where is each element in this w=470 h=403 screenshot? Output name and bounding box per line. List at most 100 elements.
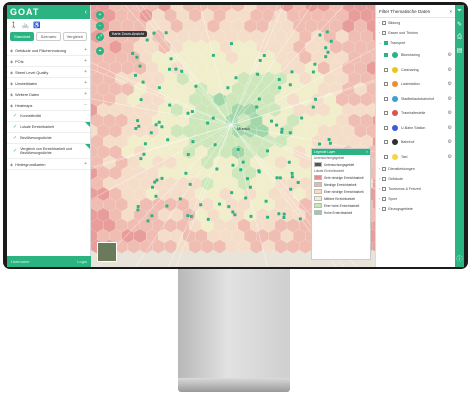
bikesharing-marker[interactable] bbox=[318, 142, 321, 146]
tab-szenario[interactable]: Szenario bbox=[36, 32, 61, 41]
bikesharing-marker[interactable] bbox=[154, 194, 158, 198]
bikesharing-marker[interactable] bbox=[282, 212, 286, 216]
bikesharing-marker[interactable] bbox=[154, 123, 158, 127]
bikesharing-marker[interactable] bbox=[186, 153, 190, 156]
bikesharing-marker[interactable] bbox=[190, 110, 194, 113]
bikesharing-marker[interactable] bbox=[290, 175, 294, 179]
bikesharing-marker[interactable] bbox=[211, 53, 215, 57]
basemap-switcher[interactable] bbox=[97, 242, 117, 262]
bikesharing-marker[interactable] bbox=[275, 123, 279, 127]
bikesharing-marker[interactable] bbox=[135, 55, 139, 59]
bikesharing-marker[interactable] bbox=[255, 105, 259, 109]
bikesharing-marker[interactable] bbox=[296, 181, 300, 184]
bikesharing-marker[interactable] bbox=[236, 148, 240, 151]
close-icon[interactable]: × bbox=[449, 9, 452, 14]
bikesharing-marker[interactable] bbox=[178, 197, 182, 201]
bikesharing-marker[interactable] bbox=[168, 103, 172, 107]
document-icon[interactable]: ▤ bbox=[457, 47, 463, 54]
bikesharing-marker[interactable] bbox=[169, 57, 173, 61]
bikesharing-marker[interactable] bbox=[298, 217, 302, 221]
bikesharing-marker[interactable] bbox=[244, 196, 248, 200]
bikesharing-marker[interactable] bbox=[326, 50, 330, 54]
gear-icon[interactable]: ⚙ bbox=[448, 96, 452, 102]
bikesharing-marker[interactable] bbox=[328, 141, 332, 145]
bikesharing-marker[interactable] bbox=[233, 213, 237, 217]
bikesharing-marker[interactable] bbox=[164, 31, 168, 35]
bikesharing-marker[interactable] bbox=[329, 39, 333, 43]
bikesharing-marker[interactable] bbox=[150, 214, 154, 218]
poi-checkbox[interactable] bbox=[384, 125, 388, 130]
bikesharing-marker[interactable] bbox=[138, 64, 142, 68]
bikesharing-marker[interactable] bbox=[311, 70, 315, 74]
gear-icon[interactable]: ⚙ bbox=[448, 154, 452, 160]
category-transport[interactable]: ⌄ Transport bbox=[376, 38, 455, 48]
map-canvas[interactable]: + − ⤢ ⌖ Karte Zoom-Ansicht Munich Legend… bbox=[91, 5, 375, 267]
category-einzugsgebiete[interactable]: › Einzugsgebiete bbox=[376, 204, 455, 214]
bikesharing-marker[interactable] bbox=[239, 168, 243, 172]
bikesharing-marker[interactable] bbox=[262, 54, 266, 57]
bikesharing-marker[interactable] bbox=[324, 55, 328, 59]
bikesharing-marker[interactable] bbox=[137, 124, 141, 128]
bikesharing-marker[interactable] bbox=[211, 116, 215, 120]
heatmap-item-comparison[interactable]: ✓ Vergleich von Erreichbarkeit und Bevölk… bbox=[7, 144, 90, 159]
bikesharing-marker[interactable] bbox=[141, 80, 145, 84]
expand-icon[interactable]: + bbox=[84, 91, 87, 97]
bikesharing-marker[interactable] bbox=[227, 205, 231, 209]
bikesharing-marker[interactable] bbox=[241, 160, 245, 164]
category-bildung[interactable]: › Bildung bbox=[376, 18, 455, 28]
bikesharing-marker[interactable] bbox=[134, 73, 137, 77]
poi-checkbox[interactable] bbox=[384, 67, 388, 72]
bikesharing-marker[interactable] bbox=[131, 51, 135, 55]
layer-group-heatmaps[interactable]: ◈ Heatmaps − bbox=[7, 100, 90, 111]
bikesharing-marker[interactable] bbox=[136, 205, 140, 208]
bikesharing-marker[interactable] bbox=[230, 42, 233, 46]
bikesharing-marker[interactable] bbox=[300, 116, 304, 120]
bikesharing-marker[interactable] bbox=[258, 59, 262, 62]
gear-icon[interactable]: ⚙ bbox=[448, 81, 452, 87]
bikesharing-marker[interactable] bbox=[257, 170, 261, 174]
bikesharing-marker[interactable] bbox=[288, 83, 292, 87]
poi-item[interactable]: Bikesharing ⚙ bbox=[376, 48, 455, 63]
bikesharing-marker[interactable] bbox=[213, 143, 217, 147]
layer-group-environment[interactable]: ◈ Umweltdaten + bbox=[7, 78, 90, 89]
bikesharing-marker[interactable] bbox=[186, 111, 190, 115]
bikesharing-marker[interactable] bbox=[266, 149, 269, 153]
bikesharing-marker[interactable] bbox=[139, 157, 143, 161]
bikesharing-marker[interactable] bbox=[257, 97, 261, 101]
bikesharing-marker[interactable] bbox=[146, 219, 150, 223]
bikesharing-marker[interactable] bbox=[246, 177, 249, 181]
bikesharing-marker[interactable] bbox=[277, 212, 281, 216]
bikesharing-marker[interactable] bbox=[230, 191, 234, 195]
bikesharing-marker[interactable] bbox=[160, 176, 164, 180]
category-tourismus[interactable]: › Tourismus & Freizeit bbox=[376, 184, 455, 194]
poi-checkbox[interactable] bbox=[384, 96, 388, 101]
category-checkbox[interactable] bbox=[382, 31, 387, 35]
poi-checkbox[interactable] bbox=[384, 53, 388, 58]
layer-group-other[interactable]: ◈ Weitere Daten + bbox=[7, 89, 90, 100]
bikesharing-marker[interactable] bbox=[136, 119, 140, 123]
expand-icon[interactable]: + bbox=[84, 161, 87, 167]
bikesharing-marker[interactable] bbox=[218, 202, 221, 206]
heatmap-item-local-accessibility[interactable]: ✓ Lokale Erreichbarkeit bbox=[7, 122, 90, 133]
poi-checkbox[interactable] bbox=[384, 154, 388, 159]
poi-item[interactable]: Bahnhof ⚙ bbox=[376, 135, 455, 150]
bikesharing-marker[interactable] bbox=[234, 76, 238, 80]
category-sport[interactable]: › Sport bbox=[376, 194, 455, 204]
bikesharing-marker[interactable] bbox=[168, 67, 171, 71]
bikesharing-marker[interactable] bbox=[314, 97, 317, 101]
bikesharing-marker[interactable] bbox=[143, 142, 147, 146]
bikesharing-marker[interactable] bbox=[288, 131, 292, 135]
tab-vergleich[interactable]: Vergleich bbox=[62, 32, 87, 41]
gear-icon[interactable]: ⚙ bbox=[448, 139, 452, 145]
expand-icon[interactable]: + bbox=[84, 58, 87, 64]
bikesharing-marker[interactable] bbox=[160, 125, 164, 129]
category-checkbox[interactable] bbox=[382, 187, 387, 191]
layer-group-pois[interactable]: ◈ POIs + bbox=[7, 56, 90, 67]
bikesharing-marker[interactable] bbox=[191, 140, 195, 144]
bikesharing-marker[interactable] bbox=[186, 214, 190, 218]
expand-icon[interactable]: + bbox=[84, 69, 87, 75]
bikesharing-marker[interactable] bbox=[290, 171, 294, 175]
bikesharing-marker[interactable] bbox=[151, 185, 154, 189]
bikesharing-marker[interactable] bbox=[327, 138, 331, 141]
bikesharing-marker[interactable] bbox=[157, 86, 161, 90]
